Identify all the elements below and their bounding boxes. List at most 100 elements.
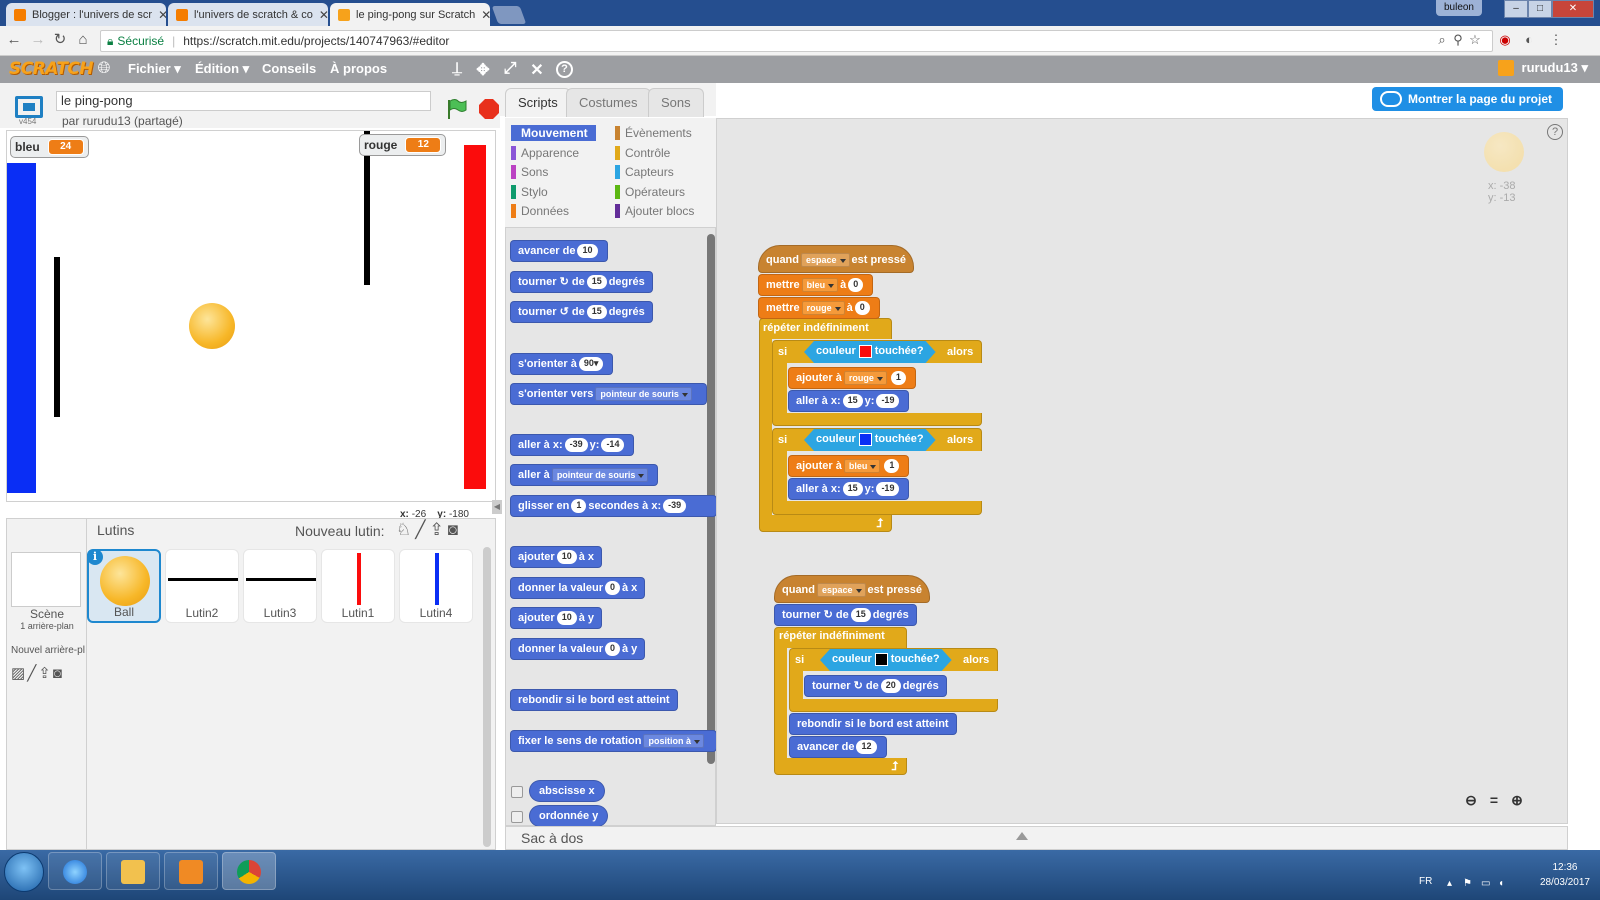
block-set-y[interactable]: donner la valeur 0 à y xyxy=(510,638,646,660)
reload-icon[interactable]: ↻ xyxy=(52,32,68,48)
help-icon[interactable]: ? xyxy=(556,61,573,78)
touching-color-red-sensor[interactable]: couleur touchée? xyxy=(804,341,936,363)
block-input[interactable]: 1 xyxy=(884,459,900,474)
paint-backdrop-icon[interactable]: ▨ xyxy=(11,665,27,682)
scene-thumbnail[interactable] xyxy=(11,552,81,607)
shrink-icon[interactable]: ✕ xyxy=(528,60,546,80)
flag-tray-icon[interactable]: ⚑ xyxy=(1463,878,1475,889)
category-motion[interactable]: Mouvement xyxy=(511,125,596,141)
variable-dropdown[interactable]: bleu xyxy=(843,459,881,474)
tray-arrow-icon[interactable]: ▴ xyxy=(1447,878,1459,889)
stage-canvas[interactable]: bleu 24 rouge 12 xyxy=(6,130,496,502)
variable-dropdown[interactable]: rouge xyxy=(801,301,845,316)
ball-sprite[interactable] xyxy=(189,303,235,349)
block-rotation-style[interactable]: fixer le sens de rotation position à xyxy=(510,730,717,752)
menu-file[interactable]: Fichier ▾ xyxy=(128,61,181,77)
star-icon[interactable]: ☆ xyxy=(1467,32,1483,48)
set-variable-rouge[interactable]: mettre rouge à 0 xyxy=(758,297,880,319)
reporter-x-position[interactable]: abscisse x xyxy=(529,780,605,802)
category-data[interactable]: Données xyxy=(511,203,569,219)
taskbar-chrome[interactable] xyxy=(222,852,276,890)
sprite-lutin2[interactable]: Lutin2 xyxy=(165,549,239,623)
sprite-lutin4[interactable]: Lutin4 xyxy=(399,549,473,623)
block-dropdown[interactable]: pointeur de souris xyxy=(595,387,692,402)
close-window-icon[interactable]: ✕ xyxy=(1552,0,1594,18)
block-point-towards[interactable]: s'orienter vers pointeur de souris xyxy=(510,383,707,405)
block-glide[interactable]: glisser en 1 secondes à x: -39 xyxy=(510,495,717,517)
language-indicator[interactable]: FR xyxy=(1419,876,1432,887)
backpack-header[interactable]: Sac à dos xyxy=(505,826,1568,850)
turn-right-block[interactable]: tourner ↻ de 15 degrés xyxy=(774,604,917,626)
watcher-bleu[interactable]: bleu 24 xyxy=(10,136,89,158)
camera-backdrop-icon[interactable]: ◙ xyxy=(53,665,64,682)
variable-dropdown[interactable]: bleu xyxy=(801,278,839,293)
block-input[interactable]: 10 xyxy=(556,611,577,626)
change-variable-bleu[interactable]: ajouter à bleu 1 xyxy=(788,455,910,477)
watcher-rouge[interactable]: rouge 12 xyxy=(359,134,447,156)
when-key-pressed-hat-2[interactable]: quand espace est pressé xyxy=(774,575,930,603)
browser-tab-1[interactable]: Blogger : l'univers de scr ✕ xyxy=(6,3,166,26)
block-input[interactable]: 90▾ xyxy=(578,357,604,372)
user-menu[interactable]: rurudu13 ▾ xyxy=(1497,60,1588,76)
category-pen[interactable]: Stylo xyxy=(511,184,548,200)
scratch-logo[interactable]: SCRATCH xyxy=(9,59,94,79)
draw-backdrop-icon[interactable]: ╱ xyxy=(27,665,38,682)
block-input[interactable]: 15 xyxy=(586,305,607,320)
taskbar-explorer[interactable] xyxy=(106,852,160,890)
category-sound[interactable]: Sons xyxy=(511,164,548,180)
taskbar-ie[interactable] xyxy=(48,852,102,890)
library-sprite-icon[interactable]: ♘ xyxy=(396,520,415,539)
reporter-y-position[interactable]: ordonnée y xyxy=(529,805,609,827)
block-turn-right[interactable]: tourner ↻ de 15 degrés xyxy=(510,271,653,293)
block-set-x[interactable]: donner la valeur 0 à x xyxy=(510,577,646,599)
sprite-ball[interactable]: i Ball xyxy=(87,549,161,623)
paint-sprite-icon[interactable]: ╱ xyxy=(415,520,429,539)
home-icon[interactable]: ⌂ xyxy=(75,32,91,48)
block-goto[interactable]: aller à pointeur de souris xyxy=(510,464,659,486)
grow-icon[interactable]: ⤢ xyxy=(501,60,519,78)
block-input[interactable]: 0 xyxy=(848,278,864,293)
block-point-direction[interactable]: s'orienter à 90▾ xyxy=(510,353,614,375)
touching-color-blue-sensor[interactable]: couleur touchée? xyxy=(804,429,936,451)
browser-tab-3[interactable]: le ping-pong sur Scratch ✕ xyxy=(330,3,490,26)
block-input[interactable]: 1 xyxy=(571,499,587,514)
block-change-y[interactable]: ajouter 10 à y xyxy=(510,607,602,629)
cut-icon[interactable]: ✥ xyxy=(474,60,492,80)
extension2-icon[interactable]: ◐ xyxy=(1521,32,1537,48)
zoom-in-icon[interactable]: ⊕ xyxy=(1508,792,1526,808)
block-input[interactable]: -14 xyxy=(601,438,625,453)
block-input[interactable]: 1 xyxy=(890,371,906,386)
category-more-blocks[interactable]: Ajouter blocs xyxy=(615,203,694,219)
see-project-page-button[interactable]: Montrer la page du projet xyxy=(1372,87,1563,111)
category-operators[interactable]: Opérateurs xyxy=(615,184,685,200)
minimize-icon[interactable]: – xyxy=(1504,0,1528,18)
zoom-out-icon[interactable]: ⊖ xyxy=(1462,792,1480,808)
globe-icon[interactable]: 🌐︎ xyxy=(95,60,113,78)
browser-tab-2[interactable]: l'univers de scratch & co ✕ xyxy=(168,3,328,26)
change-variable-rouge[interactable]: ajouter à rouge 1 xyxy=(788,367,916,389)
stop-icon[interactable] xyxy=(479,99,499,119)
block-input[interactable]: -19 xyxy=(876,482,900,497)
forward-icon[interactable]: → xyxy=(30,32,46,48)
help-icon[interactable]: ? xyxy=(1547,124,1563,140)
block-input[interactable]: 0 xyxy=(854,301,870,316)
block-dropdown[interactable]: position à xyxy=(643,734,704,749)
upload-backdrop-icon[interactable]: ⇪ xyxy=(38,665,53,682)
tab-sounds[interactable]: Sons xyxy=(648,88,704,117)
block-input[interactable]: -39 xyxy=(564,438,588,453)
turn-right-block[interactable]: tourner ↻ de 20 degrés xyxy=(804,675,947,697)
presentation-mode-icon[interactable] xyxy=(15,96,43,118)
block-input[interactable]: 0 xyxy=(604,642,620,657)
maximize-icon[interactable]: □ xyxy=(1528,0,1552,18)
key-dropdown[interactable]: espace xyxy=(801,253,850,268)
block-input[interactable]: 10 xyxy=(577,244,598,259)
xpos-checkbox[interactable] xyxy=(511,786,523,798)
start-button[interactable] xyxy=(4,852,44,892)
network-icon[interactable]: ▭ xyxy=(1481,878,1493,889)
close-tab-icon[interactable]: ✕ xyxy=(152,8,166,22)
block-goto-xy[interactable]: aller à x: -39 y: -14 xyxy=(510,434,635,456)
menu-edit[interactable]: Édition ▾ xyxy=(195,61,249,77)
block-input[interactable]: 15 xyxy=(850,608,871,623)
block-input[interactable]: 10 xyxy=(556,550,577,565)
move-block[interactable]: avancer de 12 xyxy=(789,736,887,758)
